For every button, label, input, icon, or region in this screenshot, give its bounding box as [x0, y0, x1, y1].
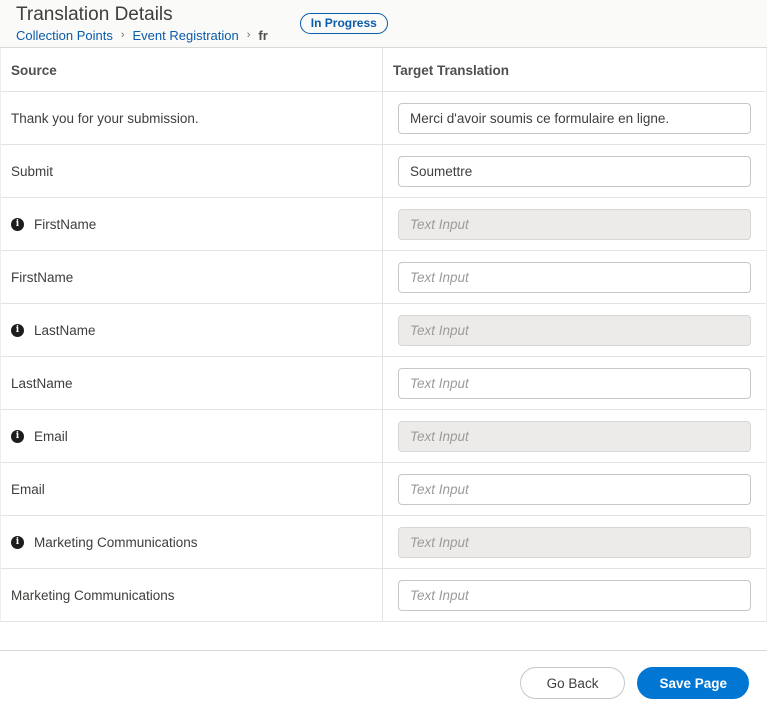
target-cell [382, 304, 766, 356]
target-cell [382, 251, 766, 303]
breadcrumb-event-registration[interactable]: Event Registration [133, 28, 239, 43]
target-translation-input[interactable] [398, 262, 751, 293]
header-text-block: Translation Details Collection Points › … [16, 4, 268, 43]
page-title: Translation Details [16, 4, 268, 26]
source-label: Thank you for your submission. [11, 111, 199, 126]
target-cell [382, 198, 766, 250]
source-cell: Thank you for your submission. [1, 92, 382, 144]
column-header-source: Source [1, 48, 382, 91]
info-icon: i [11, 430, 24, 443]
page-footer: Go Back Save Page [0, 650, 767, 715]
source-label: Email [34, 429, 68, 444]
target-translation-input[interactable] [398, 368, 751, 399]
page-header: Translation Details Collection Points › … [0, 0, 767, 48]
source-cell: Email [1, 463, 382, 515]
target-translation-input [398, 527, 751, 558]
target-cell [382, 145, 766, 197]
save-page-button[interactable]: Save Page [637, 667, 749, 699]
target-translation-input [398, 315, 751, 346]
source-label: FirstName [11, 270, 73, 285]
table-footer-spacer [0, 622, 767, 650]
source-label: Marketing Communications [34, 535, 198, 550]
target-translation-input [398, 421, 751, 452]
table-row: i Email [1, 409, 766, 462]
target-translation-input[interactable] [398, 580, 751, 611]
info-icon: i [11, 324, 24, 337]
target-cell [382, 516, 766, 568]
source-label: LastName [11, 376, 73, 391]
go-back-button[interactable]: Go Back [520, 667, 626, 699]
table-row: Thank you for your submission. [1, 91, 766, 144]
target-translation-input[interactable] [398, 474, 751, 505]
source-label: FirstName [34, 217, 96, 232]
target-cell [382, 463, 766, 515]
table-row: LastName [1, 356, 766, 409]
table-row: Marketing Communications [1, 568, 766, 621]
info-icon: i [11, 536, 24, 549]
source-label: LastName [34, 323, 96, 338]
source-cell: i Marketing Communications [1, 516, 382, 568]
source-cell: FirstName [1, 251, 382, 303]
table-row: i LastName [1, 303, 766, 356]
breadcrumb: Collection Points › Event Registration ›… [16, 28, 268, 43]
target-cell [382, 569, 766, 621]
source-cell: i LastName [1, 304, 382, 356]
target-cell [382, 357, 766, 409]
translation-table: Source Target Translation Thank you for … [0, 48, 767, 622]
target-translation-input[interactable] [398, 156, 751, 187]
target-cell [382, 92, 766, 144]
target-cell [382, 410, 766, 462]
breadcrumb-current-locale: fr [258, 28, 267, 43]
column-header-target-translation: Target Translation [382, 48, 766, 91]
chevron-right-icon: › [247, 29, 251, 41]
target-translation-input [398, 209, 751, 240]
table-header-row: Source Target Translation [1, 48, 766, 91]
target-translation-input[interactable] [398, 103, 751, 134]
table-row: Email [1, 462, 766, 515]
chevron-right-icon: › [121, 29, 125, 41]
table-row: i FirstName [1, 197, 766, 250]
source-label: Email [11, 482, 45, 497]
table-body: Thank you for your submission. Submit i … [1, 91, 766, 621]
source-cell: Marketing Communications [1, 569, 382, 621]
table-row: FirstName [1, 250, 766, 303]
info-icon: i [11, 218, 24, 231]
source-cell: LastName [1, 357, 382, 409]
source-cell: Submit [1, 145, 382, 197]
source-cell: i FirstName [1, 198, 382, 250]
status-badge: In Progress [300, 13, 388, 34]
table-row: i Marketing Communications [1, 515, 766, 568]
source-label: Marketing Communications [11, 588, 175, 603]
breadcrumb-collection-points[interactable]: Collection Points [16, 28, 113, 43]
source-label: Submit [11, 164, 53, 179]
table-row: Submit [1, 144, 766, 197]
source-cell: i Email [1, 410, 382, 462]
